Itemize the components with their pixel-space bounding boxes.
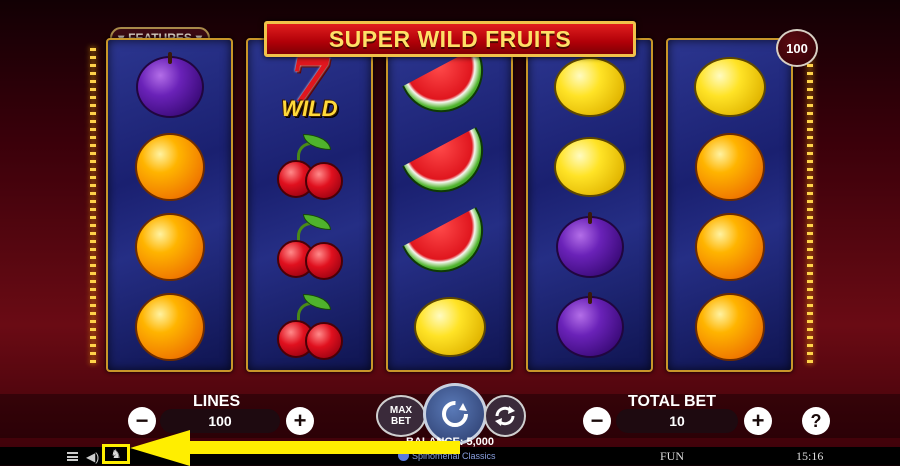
orange-symbol <box>134 293 205 361</box>
reel-cell <box>668 126 791 208</box>
lemon-symbol <box>413 297 486 357</box>
reel-3 <box>386 38 513 372</box>
reel-cell <box>108 46 231 128</box>
reel-cell <box>108 286 231 368</box>
plus-icon: + <box>751 408 765 433</box>
reel-1 <box>106 38 233 372</box>
reel-cell <box>528 46 651 128</box>
orange-symbol <box>134 133 205 201</box>
lines-badge-value: 100 <box>786 40 808 56</box>
turbo-speed-button[interactable]: ♞ <box>102 444 130 464</box>
cherry-symbol <box>275 214 345 280</box>
plum-symbol <box>135 52 204 118</box>
help-button[interactable]: ? <box>802 407 830 435</box>
left-light-strip <box>90 48 96 368</box>
wild-label: WILD <box>281 96 338 121</box>
bet-increase-button[interactable]: + <box>744 407 772 435</box>
rabbit-icon: ♞ <box>110 447 122 461</box>
max-bet-label-bottom: BET <box>390 416 411 427</box>
reel-cell <box>388 286 511 368</box>
reel-cell <box>388 206 511 288</box>
reel-cell <box>528 206 651 288</box>
reel-cell <box>388 46 511 128</box>
spin-icon <box>442 401 468 427</box>
reel-cell <box>108 206 231 288</box>
total-bet-value-field: 10 <box>616 409 738 433</box>
reel-5 <box>666 38 793 372</box>
orange-symbol <box>694 213 765 281</box>
lemon-symbol <box>553 137 626 197</box>
orange-symbol <box>134 213 205 281</box>
game-title-banner: SUPER WILD FRUITS <box>264 21 636 57</box>
total-bet-value: 10 <box>669 413 685 429</box>
reel-cell <box>528 126 651 208</box>
reel-cell <box>108 126 231 208</box>
sound-icon[interactable]: ◀) <box>86 450 99 464</box>
watermelon-symbol <box>401 206 498 288</box>
watermelon-symbol <box>401 46 498 128</box>
orange-symbol <box>694 293 765 361</box>
autoplay-button[interactable] <box>484 395 526 437</box>
annotation-arrow <box>130 430 460 466</box>
right-light-strip <box>807 48 813 368</box>
plus-icon: + <box>293 408 307 433</box>
cherry-symbol <box>275 134 345 200</box>
reel-cell <box>388 126 511 208</box>
reel-2: 7 WILD <box>246 38 373 372</box>
autoplay-icon <box>495 406 515 426</box>
reel-area: 7 WILD <box>106 38 798 372</box>
reel-cell <box>248 286 371 368</box>
reel-cell <box>528 286 651 368</box>
minus-icon: − <box>135 408 149 433</box>
reel-cell <box>668 46 791 128</box>
minus-icon: − <box>590 408 604 433</box>
reel-cell <box>668 286 791 368</box>
lemon-symbol <box>553 57 626 117</box>
lines-badge: 100 <box>776 29 818 67</box>
clock: 15:16 <box>796 449 824 463</box>
game-title: SUPER WILD FRUITS <box>328 25 572 52</box>
orange-symbol <box>694 133 765 201</box>
lemon-symbol <box>693 57 766 117</box>
reel-cell <box>248 206 371 288</box>
reel-cell <box>668 206 791 288</box>
bet-decrease-button[interactable]: − <box>583 407 611 435</box>
menu-icon[interactable] <box>67 452 78 461</box>
lines-value: 100 <box>208 413 232 429</box>
plum-symbol <box>555 292 624 358</box>
watermelon-symbol <box>401 126 498 208</box>
plum-symbol <box>555 212 624 278</box>
mode-indicator: FUN <box>660 449 685 463</box>
help-icon: ? <box>810 411 822 431</box>
reel-4 <box>526 38 653 372</box>
reel-cell: 7 WILD <box>248 46 371 128</box>
wild-seven-symbol: 7 WILD <box>268 51 352 122</box>
max-bet-label-top: MAX <box>389 405 413 416</box>
cherry-symbol <box>275 294 345 360</box>
reel-cell <box>248 126 371 208</box>
